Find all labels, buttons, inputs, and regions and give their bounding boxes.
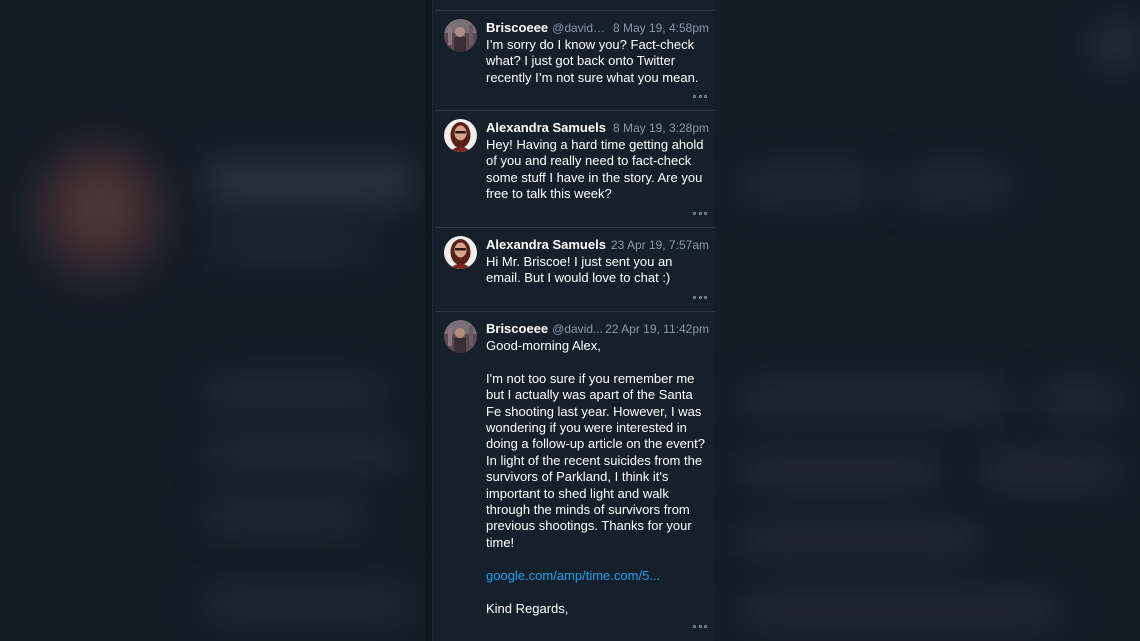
message-item[interactable]: Alexandra Samuels 23 Apr 19, 7:57am Hi M… xyxy=(435,227,715,311)
message-text-closing: Kind Regards, xyxy=(486,600,569,616)
blurred-handle xyxy=(205,230,375,256)
sender-name[interactable]: Alexandra Samuels xyxy=(486,236,606,253)
blurred-text-line xyxy=(205,590,415,618)
scroll-rail xyxy=(432,0,434,641)
blurred-text-line xyxy=(740,525,980,555)
message-timestamp: 23 Apr 19, 7:57am xyxy=(610,238,709,252)
blurred-text-line xyxy=(740,595,1060,625)
blurred-name xyxy=(205,160,415,206)
message-text: Hi Mr. Briscoe! I just sent you an email… xyxy=(486,254,677,286)
blurred-text-line xyxy=(205,500,365,528)
message-item[interactable]: Briscoeee @davidd... 8 May 19, 4:58pm I’… xyxy=(435,10,715,110)
briscoe-avatar[interactable] xyxy=(444,320,477,353)
message-text: Hey! Having a hard time getting ahold of… xyxy=(486,137,708,202)
blurred-text-line xyxy=(980,455,1120,485)
sender-name[interactable]: Briscoeee xyxy=(486,320,548,337)
sender-handle[interactable]: @david... xyxy=(552,321,603,338)
blurred-text-line xyxy=(900,170,1010,200)
blurred-avatar xyxy=(30,140,170,290)
blurred-icon xyxy=(1095,25,1140,65)
blurred-text-line xyxy=(740,170,880,200)
blurred-text-line xyxy=(205,380,385,408)
message-text: Good-morning Alex, I'm not too sure if y… xyxy=(486,338,709,617)
more-horizontal-icon[interactable] xyxy=(693,93,707,99)
blurred-text-line xyxy=(205,440,405,468)
sender-name[interactable]: Briscoeee xyxy=(486,19,548,36)
message-link[interactable]: google.com/amp/time.com/5... xyxy=(486,568,660,583)
message-timestamp: 22 Apr 19, 11:42pm xyxy=(605,322,709,336)
message-timestamp: 8 May 19, 4:58pm xyxy=(612,21,709,35)
message-item[interactable]: Briscoeee @david... 22 Apr 19, 11:42pm G… xyxy=(435,311,715,641)
more-horizontal-icon[interactable] xyxy=(693,623,707,629)
blurred-text-line xyxy=(740,455,940,485)
sender-handle[interactable]: @davidd... xyxy=(552,20,608,37)
dm-conversation-panel: Briscoeee @davidd... 8 May 19, 4:58pm I’… xyxy=(425,0,715,641)
message-text: I’m sorry do I know you? Fact-check what… xyxy=(486,37,699,85)
message-item[interactable]: Alexandra Samuels 8 May 19, 3:28pm Hey! … xyxy=(435,110,715,227)
blurred-text-line xyxy=(1040,385,1120,415)
briscoe-avatar[interactable] xyxy=(444,19,477,52)
sender-name[interactable]: Alexandra Samuels xyxy=(486,119,606,136)
alexandra-avatar[interactable] xyxy=(444,236,477,269)
more-horizontal-icon[interactable] xyxy=(693,294,707,300)
message-timestamp: 8 May 19, 3:28pm xyxy=(612,121,709,135)
alexandra-avatar[interactable] xyxy=(444,119,477,152)
blurred-text-line xyxy=(740,385,1010,415)
message-text-body: Good-morning Alex, I'm not too sure if y… xyxy=(486,338,705,550)
more-horizontal-icon[interactable] xyxy=(693,210,707,216)
